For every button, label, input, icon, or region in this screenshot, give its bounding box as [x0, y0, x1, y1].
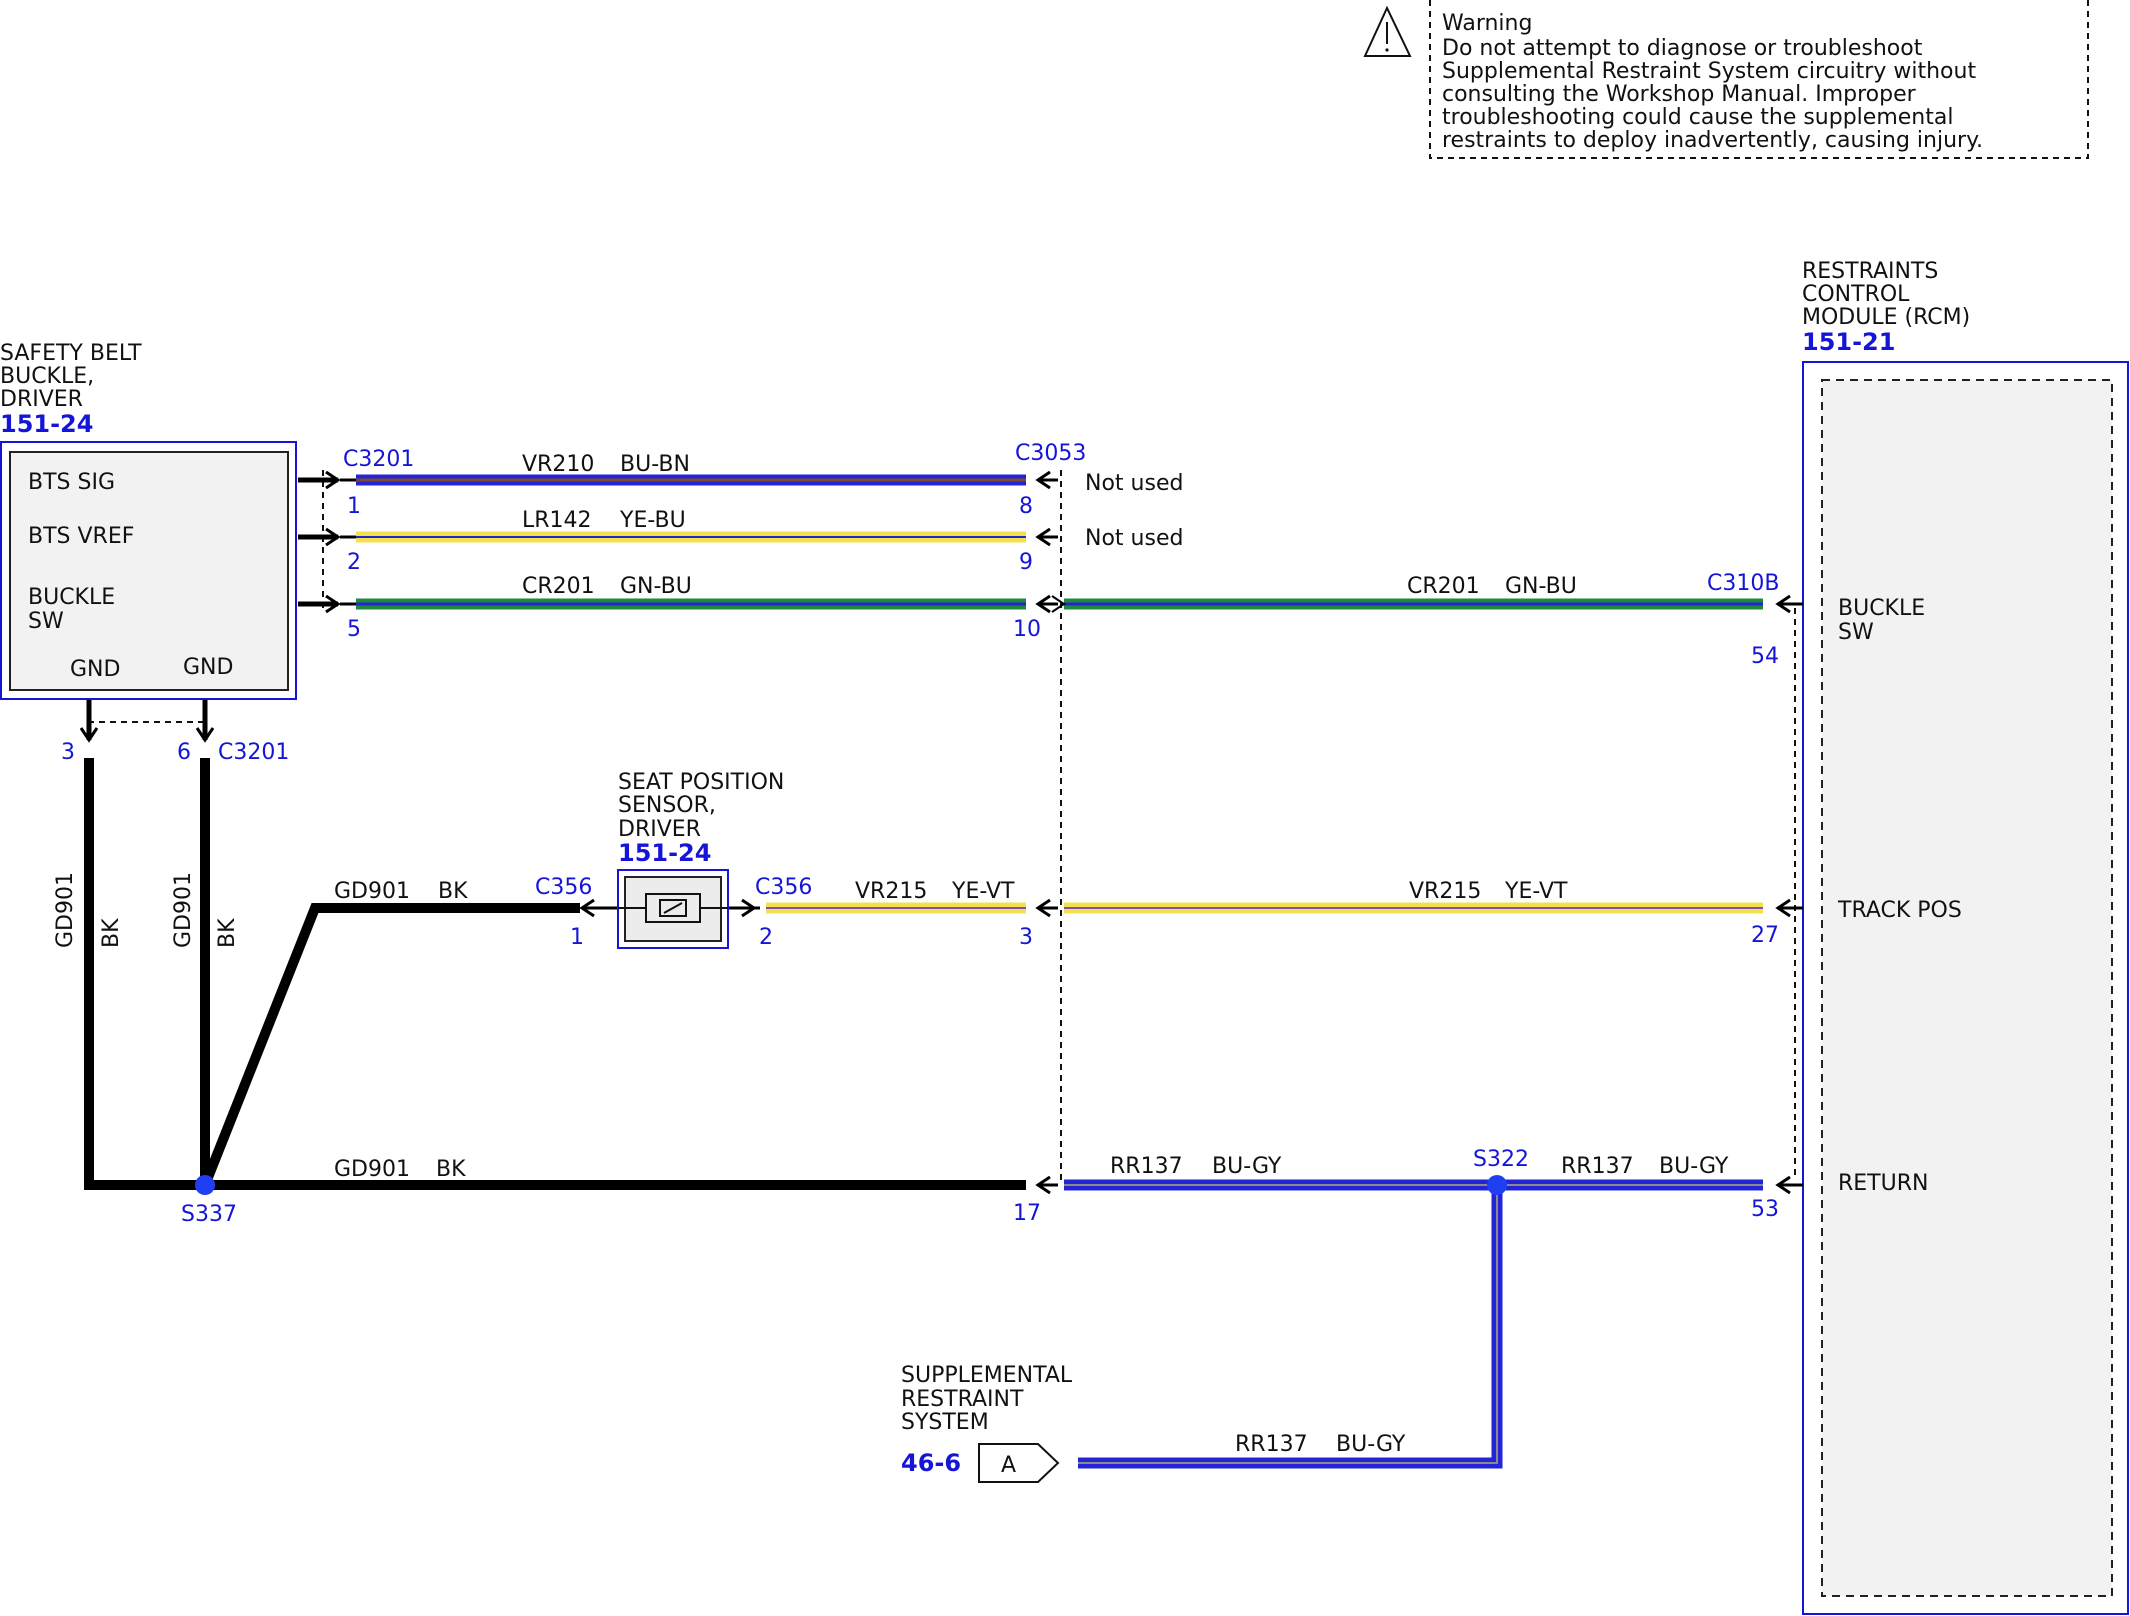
pin-number: 1	[347, 494, 361, 519]
wire-circuit-label: CR201	[522, 574, 595, 599]
connector-label-c3053[interactable]: C3053	[1015, 441, 1086, 466]
rcm-pin-return: RETURN	[1838, 1171, 1928, 1196]
pin-number: 54	[1751, 644, 1779, 669]
wire-circuit-label: VR210	[522, 452, 594, 477]
pin-label-buckle-sw: SW	[28, 609, 64, 634]
srs-title: SYSTEM	[901, 1410, 989, 1435]
pin-number: 8	[1019, 494, 1033, 519]
warning-icon	[1363, 5, 1412, 57]
safety-belt-buckle-component: SAFETY BELT BUCKLE, DRIVER 151-24 BTS SI…	[0, 341, 297, 700]
rcm-title: RESTRAINTS	[1802, 259, 1938, 284]
wire-color-label: BU-GY	[1212, 1154, 1282, 1179]
wire-circuit-label: RR137	[1235, 1432, 1308, 1457]
splice-label-s337: S337	[181, 1202, 237, 1227]
not-used-note: Not used	[1085, 471, 1183, 496]
warning-line: Supplemental Restraint System circuitry …	[1442, 59, 1976, 84]
pin-label-gnd: GND	[183, 655, 233, 680]
not-used-note: Not used	[1085, 526, 1183, 551]
rcm-pin-buckle-sw: BUCKLE	[1838, 596, 1925, 621]
splice-s337[interactable]	[195, 1175, 215, 1195]
pin-label-bts-sig: BTS SIG	[28, 470, 115, 495]
wire-circuit-label: RR137	[1561, 1154, 1634, 1179]
pin-number: 17	[1013, 1201, 1041, 1226]
srs-title: RESTRAINT	[901, 1387, 1024, 1412]
wire-circuit-label: GD901	[334, 1157, 410, 1182]
warning-line: Do not attempt to diagnose or troublesho…	[1442, 36, 1923, 61]
rcm-component: RESTRAINTS CONTROL MODULE (RCM) 151-21 B…	[1802, 259, 2129, 1615]
warning-line: restraints to deploy inadvertently, caus…	[1442, 128, 1983, 153]
pin-label-buckle-sw: BUCKLE	[28, 585, 115, 610]
srs-reference: SUPPLEMENTAL RESTRAINT SYSTEM 46-6 A	[901, 1363, 1073, 1483]
srs-title: SUPPLEMENTAL	[901, 1363, 1073, 1388]
connector-label-c3201[interactable]: C3201	[218, 740, 289, 765]
warning-line: consulting the Workshop Manual. Improper	[1442, 82, 1917, 107]
buckle-ref[interactable]: 151-24	[0, 410, 93, 438]
wire-color-label: BU-GY	[1659, 1154, 1729, 1179]
wiring-diagram: Warning Do not attempt to diagnose or tr…	[0, 0, 2129, 1615]
connector-label-c3201[interactable]: C3201	[343, 447, 414, 472]
pin-number: 1	[570, 925, 584, 950]
warning-title: Warning	[1442, 11, 1532, 36]
wire-color-label: BU-GY	[1336, 1432, 1406, 1457]
pin-label-gnd: GND	[70, 657, 120, 682]
wire-circuit-label: GD901	[334, 879, 410, 904]
rcm-title: MODULE (RCM)	[1802, 305, 1970, 330]
wire-color-label: GN-BU	[620, 574, 692, 599]
splice-label-s322: S322	[1473, 1147, 1529, 1172]
wire-color-label: YE-BU	[619, 508, 686, 533]
warning-panel: Warning Do not attempt to diagnose or tr…	[1363, 0, 2089, 159]
wire-circuit-label: GD901	[53, 872, 78, 948]
pin-number: 10	[1013, 617, 1041, 642]
wire-color-label: YE-VT	[951, 879, 1015, 904]
connector-label-c356[interactable]: C356	[535, 875, 592, 900]
srs-ref[interactable]: 46-6	[901, 1449, 961, 1477]
splice-s322[interactable]	[1487, 1175, 1507, 1195]
pin-number: 2	[759, 925, 773, 950]
pin-number: 2	[347, 550, 361, 575]
pin-label-bts-vref: BTS VREF	[28, 524, 134, 549]
rcm-ref[interactable]: 151-21	[1802, 328, 1895, 356]
seat-position-sensor-component: SEAT POSITION SENSOR, DRIVER 151-24	[617, 770, 784, 949]
wire-circuit-label: GD901	[171, 872, 196, 948]
wire-color-label: BK	[438, 879, 468, 904]
wire-color-label: YE-VT	[1504, 879, 1568, 904]
connector-label-c310b[interactable]: C310B	[1707, 571, 1779, 596]
wire-circuit-label: LR142	[522, 508, 592, 533]
buckle-title: BUCKLE,	[0, 364, 94, 389]
pin-number: 3	[1019, 925, 1033, 950]
rcm-pin-buckle-sw: SW	[1838, 620, 1874, 645]
pin-number: 6	[177, 740, 191, 765]
wire-color-label: BK	[99, 918, 124, 948]
wire-color-label: BK	[436, 1157, 466, 1182]
rcm-body	[1821, 379, 2113, 1597]
sensor-ref[interactable]: 151-24	[618, 839, 711, 867]
sensor-title: SEAT POSITION	[618, 770, 784, 795]
rcm-pin-track-pos: TRACK POS	[1837, 898, 1962, 923]
rcm-title: CONTROL	[1802, 282, 1910, 307]
wire-rr137[interactable]	[1064, 1179, 1763, 1469]
pin-number: 3	[61, 740, 75, 765]
buckle-title: SAFETY BELT	[0, 341, 142, 366]
wire-circuit-label: CR201	[1407, 574, 1480, 599]
wire-circuit-label: VR215	[1409, 879, 1481, 904]
pin-number: 5	[347, 617, 361, 642]
wire-color-label: BK	[215, 918, 240, 948]
pin-number: 27	[1751, 923, 1779, 948]
wire-gd901[interactable]	[84, 758, 1026, 1190]
srs-tag-shape[interactable]	[978, 1443, 1060, 1483]
buckle-title: DRIVER	[0, 387, 83, 412]
srs-tag: A	[1001, 1453, 1016, 1478]
wire-color-label: BU-BN	[620, 452, 690, 477]
pin-number: 9	[1019, 550, 1033, 575]
wire-circuit-label: RR137	[1110, 1154, 1183, 1179]
pin-number: 53	[1751, 1197, 1779, 1222]
wire-circuit-label: VR215	[855, 879, 927, 904]
wire-color-label: GN-BU	[1505, 574, 1577, 599]
connector-label-c356[interactable]: C356	[755, 875, 812, 900]
warning-line: troubleshooting could cause the suppleme…	[1442, 105, 1953, 130]
sensor-title: SENSOR,	[618, 793, 716, 818]
